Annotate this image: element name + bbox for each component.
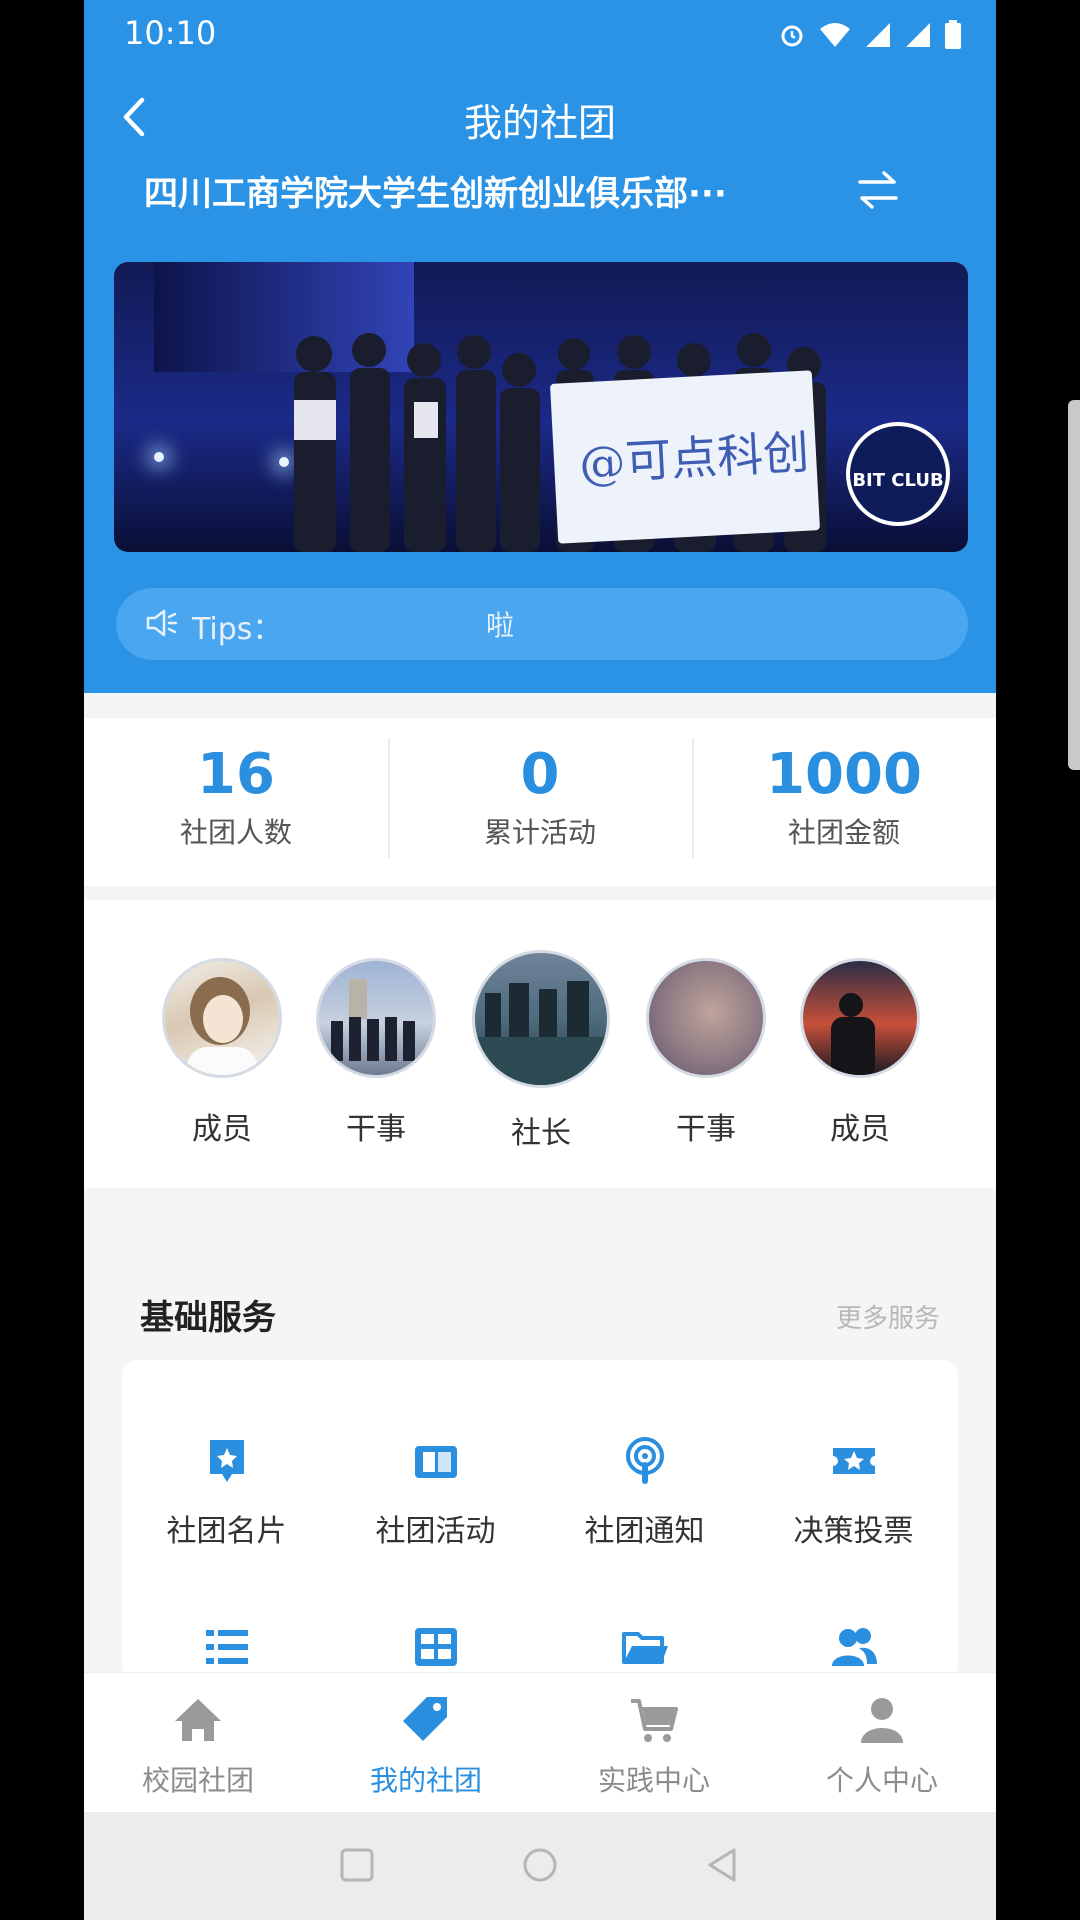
- cart-icon: [631, 1699, 678, 1742]
- member-item[interactable]: 干事: [646, 958, 766, 1148]
- status-time: 10:10: [124, 14, 217, 52]
- avatar: [800, 958, 920, 1078]
- avatar: [472, 950, 610, 1088]
- grid-icon: [414, 1628, 457, 1666]
- member-role: 干事: [676, 1112, 736, 1147]
- tab-label: 实践中心: [597, 1764, 710, 1797]
- page-title: 我的社团: [463, 101, 616, 145]
- club-banner-image[interactable]: @可点科创 BIT CLUB: [114, 262, 968, 552]
- club-logo: BIT CLUB: [846, 422, 950, 526]
- book-icon: [414, 1446, 457, 1478]
- tab-label: 校园社团: [141, 1764, 254, 1797]
- member-role: 社长: [511, 1116, 571, 1151]
- ticket-icon: [832, 1448, 875, 1474]
- tips-label: Tips：: [192, 612, 283, 647]
- service-label: 社团通知: [584, 1514, 705, 1549]
- member-item[interactable]: 成员: [162, 958, 282, 1148]
- flag-text: @可点科创: [577, 425, 811, 491]
- service-decision-vote[interactable]: 决策投票: [749, 1436, 958, 1550]
- service-members[interactable]: [749, 1622, 958, 1676]
- service-label: 决策投票: [793, 1514, 914, 1549]
- service-files[interactable]: [540, 1622, 749, 1676]
- home-button[interactable]: [517, 1842, 563, 1888]
- speaker-icon: [146, 609, 178, 637]
- signal-icon-2: [904, 21, 932, 53]
- bottom-tab-bar: 校园社团 我的社团 实践中心 个人中心: [84, 1672, 996, 1813]
- services-grid: 社团名片 社团活动 社团通知 决策投票: [122, 1360, 958, 1680]
- alarm-icon: [778, 21, 806, 53]
- more-services-link[interactable]: 更多服务: [836, 1298, 940, 1335]
- stat-label: 累计活动: [483, 816, 596, 849]
- tag-icon: [403, 1697, 447, 1741]
- service-list[interactable]: [122, 1622, 331, 1676]
- member-role: 干事: [346, 1112, 406, 1147]
- list-icon: [205, 1630, 248, 1664]
- stat-value: 1000: [766, 742, 922, 807]
- club-stats: 16 社团人数 0 累计活动 1000 社团金额: [84, 718, 996, 886]
- recents-button[interactable]: [334, 1842, 380, 1888]
- service-club-activity[interactable]: 社团活动: [331, 1436, 540, 1550]
- back-nav-button[interactable]: [700, 1842, 746, 1888]
- home-icon: [175, 1699, 221, 1741]
- service-club-card[interactable]: 社团名片: [122, 1436, 331, 1550]
- member-item[interactable]: 干事: [316, 958, 436, 1148]
- stat-label: 社团金额: [787, 816, 900, 849]
- tab-label: 个人中心: [825, 1764, 938, 1797]
- folder-icon: [621, 1632, 668, 1664]
- tab-personal-center[interactable]: 个人中心: [768, 1673, 996, 1813]
- member-role: 成员: [830, 1112, 890, 1147]
- broadcast-icon: [625, 1437, 664, 1484]
- tab-campus-clubs[interactable]: 校园社团: [84, 1673, 312, 1813]
- member-role: 成员: [192, 1112, 252, 1147]
- phone-screen: 10:10 我的社团 四川工商学院大学生创新创业俱乐部··· @可点科创 BIT…: [84, 0, 996, 1920]
- swap-icon: [858, 171, 898, 209]
- member-list: 成员 干事 社长 干事 成员: [84, 900, 996, 1188]
- signal-icon: [864, 21, 892, 53]
- avatar: [646, 958, 766, 1078]
- status-bar: 10:10: [84, 0, 996, 70]
- stat-value: 16: [197, 742, 275, 807]
- users-icon: [831, 1628, 877, 1666]
- status-icons: [778, 20, 962, 54]
- service-label: 社团活动: [375, 1514, 496, 1549]
- nav-bar: 我的社团: [84, 82, 996, 154]
- member-item[interactable]: 成员: [800, 958, 920, 1148]
- stat-member-count[interactable]: 16 社团人数: [84, 718, 388, 886]
- service-label: 社团名片: [166, 1514, 287, 1549]
- card-icon: [209, 1440, 244, 1482]
- service-grid[interactable]: [331, 1622, 540, 1676]
- member-item[interactable]: 社长: [472, 950, 610, 1152]
- stage-light: [154, 452, 164, 462]
- avatar: [316, 958, 436, 1078]
- switch-club-button[interactable]: [854, 168, 902, 212]
- wifi-icon: [818, 21, 852, 53]
- club-selector[interactable]: 四川工商学院大学生创新创业俱乐部···: [144, 162, 944, 222]
- tab-label: 我的社团: [369, 1764, 482, 1797]
- tab-my-clubs[interactable]: 我的社团: [312, 1673, 540, 1813]
- tips-bar[interactable]: Tips： 啦: [116, 588, 968, 660]
- service-club-notice[interactable]: 社团通知: [540, 1436, 749, 1550]
- tips-text: 啦: [486, 609, 515, 642]
- club-name: 四川工商学院大学生创新创业俱乐部···: [144, 174, 727, 214]
- person-icon: [861, 1698, 903, 1743]
- services-title: 基础服务: [140, 1298, 276, 1338]
- header-area: 10:10 我的社团 四川工商学院大学生创新创业俱乐部··· @可点科创 BIT…: [84, 0, 996, 693]
- stat-activity-count[interactable]: 0 累计活动: [388, 718, 692, 886]
- system-navigation-bar: [84, 1812, 996, 1920]
- stat-label: 社团人数: [179, 816, 292, 849]
- stat-club-funds[interactable]: 1000 社团金额: [692, 718, 996, 886]
- battery-icon: [944, 20, 962, 54]
- tab-practice-center[interactable]: 实践中心: [540, 1673, 768, 1813]
- stat-value: 0: [520, 742, 560, 807]
- avatar: [162, 958, 282, 1078]
- hardware-side-button: [1068, 400, 1080, 770]
